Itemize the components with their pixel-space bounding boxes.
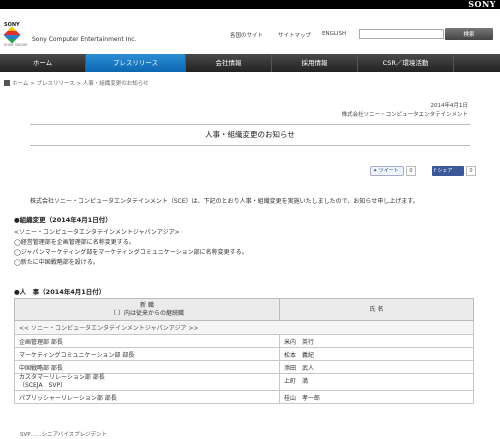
name-cell: 松本 義紀 (279, 347, 474, 361)
name-cell: 桂山 孝一郎 (279, 390, 474, 404)
intro-text: 株式会社ソニー・コンピュータエンタテインメント（SCE）は、下記のとおり人事・組… (30, 198, 419, 205)
breadcrumb-text[interactable]: ホーム > プレスリリース > 人事・組織変更のお知らせ (12, 81, 149, 87)
top-black-bar: SONY (0, 0, 500, 9)
company-name: Sony Computer Entertainment Inc. (32, 36, 137, 43)
nav-careers[interactable]: 採用情報 (272, 54, 358, 72)
name-cell: 上町 満 (279, 373, 474, 391)
page-title: 人事・組織変更のお知らせ (205, 130, 295, 139)
share-count: 0 (466, 166, 476, 176)
personnel-heading: ●人 事（2014年4月1日付） (14, 288, 106, 296)
ps-mark-icon (3, 26, 21, 44)
post-cell: マーケティングコミュニケーション部 部長 (14, 347, 280, 361)
name-cell: 米内 英行 (279, 334, 474, 348)
search-button[interactable]: 検索 (445, 28, 493, 40)
link-english[interactable]: ENGLISH (322, 31, 346, 37)
nav-home[interactable]: ホーム (0, 54, 86, 72)
personnel-table: 新 職 〔 〕内は従来からの継続職 氏 名 << ソニー・コンピュータエンタテイ… (14, 298, 474, 404)
tweet-count: 0 (406, 166, 416, 176)
table-row: マーケティングコミュニケーション部 部長 松本 義紀 (14, 347, 474, 361)
nav-press-release[interactable]: プレスリリース (86, 54, 186, 72)
share-label: シェア (437, 168, 453, 174)
link-sitemap[interactable]: サイトマップ (278, 31, 311, 39)
org-change-heading: ●組織変更（2014年4月1日付） (14, 216, 112, 224)
release-issuer: 株式会社ソニー・コンピュータエンタテインメント (341, 112, 468, 118)
org-change-line: <ソニー・コンピュータエンタテインメントジャパンアジア> (14, 229, 180, 236)
header-new-post: 新 職 〔 〕内は従来からの継続職 (14, 298, 280, 321)
name-cell: 添田 武人 (279, 360, 474, 374)
post-cell: カスタマーリレーション部 部長 〔SCEJA SVP〕 (14, 373, 280, 391)
footnote: SVP……シニアバイスプレジデント (20, 432, 108, 438)
facebook-share-button[interactable]: f シェア (432, 166, 464, 176)
post-cell: パブリッシャーリレーション部 部長 (14, 390, 280, 404)
post-line-continued: 〔SCEJA SVP〕 (19, 382, 67, 389)
post-cell: 中国戦略部 部長 (14, 360, 280, 374)
logo-group-text: SONY GROUP (4, 43, 28, 47)
table-row: 中国戦略部 部長 添田 武人 (14, 360, 474, 374)
nav-csr[interactable]: CSR／環境活動 (358, 54, 454, 72)
table-row: 企画管理部 部長 米内 英行 (14, 334, 474, 348)
header-new-post-label: 新 職 (140, 301, 154, 309)
title-divider-bottom (30, 145, 470, 146)
org-change-line: ◯新たに中国戦略部を設ける。 (14, 259, 99, 266)
main-nav: ホーム プレスリリース 会社情報 採用情報 CSR／環境活動 (0, 54, 500, 72)
sony-logo[interactable]: SONY (468, 0, 496, 9)
group-label: << ソニー・コンピュータエンタテインメントジャパンアジア >> (14, 320, 474, 335)
table-header-row: 新 職 〔 〕内は従来からの継続職 氏 名 (14, 298, 474, 321)
org-change-line: ◯経営管理部を企画管理部に名称変更する。 (14, 239, 135, 246)
tweet-label: ツイート (378, 168, 399, 174)
breadcrumb: ホーム > プレスリリース > 人事・組織変更のお知らせ (4, 79, 149, 87)
search-input[interactable] (359, 29, 444, 39)
home-icon (4, 80, 10, 86)
site-header: SONY SONY GROUP Sony Computer Entertainm… (0, 9, 500, 53)
tweet-button[interactable]: ✦ ツイート (370, 166, 404, 176)
header-name: 氏 名 (279, 298, 474, 321)
twitter-icon: ✦ (373, 168, 378, 174)
org-change-line: ◯ジャパンマーケティング部をマーケティングコミュニケーション部に名称変更する。 (14, 249, 248, 256)
nav-company[interactable]: 会社情報 (186, 54, 272, 72)
release-date: 2014年4月1日 (430, 103, 469, 109)
table-row: カスタマーリレーション部 部長 〔SCEJA SVP〕 上町 満 (14, 373, 474, 391)
table-group-row: << ソニー・コンピュータエンタテインメントジャパンアジア >> (14, 320, 474, 335)
org-change-list: <ソニー・コンピュータエンタテインメントジャパンアジア> ◯経営管理部を企画管理… (14, 228, 248, 268)
title-divider-top (30, 124, 470, 125)
playstation-logo[interactable]: SONY SONY GROUP (3, 22, 30, 47)
table-row: パブリッシャーリレーション部 部長 桂山 孝一郎 (14, 390, 474, 404)
facebook-icon: f (434, 168, 436, 174)
post-cell: 企画管理部 部長 (14, 334, 280, 348)
header-new-post-note: 〔 〕内は従来からの継続職 (110, 309, 184, 317)
post-line: カスタマーリレーション部 部長 (19, 374, 105, 381)
link-global-sites[interactable]: 各国のサイト (230, 31, 263, 39)
